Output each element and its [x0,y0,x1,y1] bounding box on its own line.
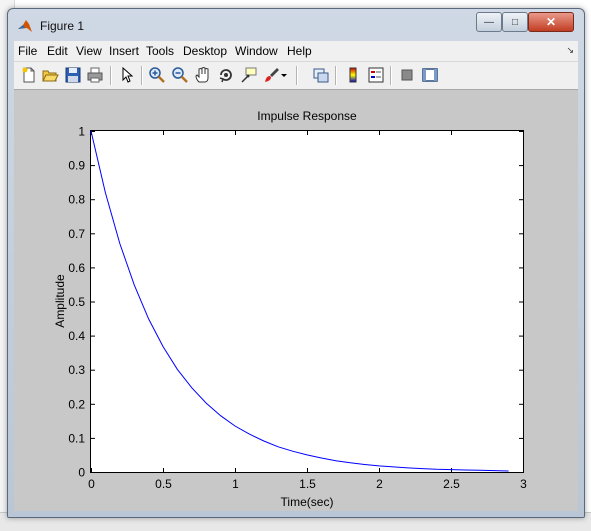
x-tick-label: 1.5 [299,477,316,491]
y-tick-label: 0.7 [68,227,85,241]
save-icon[interactable] [64,66,82,84]
x-tick-label: 0 [88,477,95,491]
y-tick-label: 0.9 [68,159,85,173]
open-file-icon[interactable] [41,66,59,84]
link-plot-icon[interactable] [312,66,330,84]
x-tick-label: 2 [376,477,383,491]
zoom-out-icon[interactable] [171,66,189,84]
y-tick-label: 0.2 [68,397,85,411]
y-tick-label: 0 [78,466,85,480]
matlab-logo-icon [17,18,33,34]
minimize-button[interactable]: — [476,12,502,32]
x-tick-label: 0.5 [155,477,172,491]
x-tick-labels: 0 0.5 1 1.5 2 2.5 3 [88,477,527,491]
maximize-button[interactable]: □ [502,12,528,32]
data-cursor-icon[interactable] [240,66,258,84]
menu-desktop[interactable]: Desktop [183,44,227,58]
y-tick-label: 0.4 [68,329,85,343]
rotate-3d-icon[interactable] [217,66,235,84]
y-tick-labels: 0 0.1 0.2 0.3 0.4 0.5 0.6 0.7 0.8 0.9 1 [68,125,85,480]
menu-tools[interactable]: Tools [146,44,174,58]
hide-plot-tools-icon[interactable] [398,66,416,84]
x-tick-label: 2.5 [443,477,460,491]
dock-arrow-icon[interactable]: ↘ [566,45,574,56]
menu-view[interactable]: View [76,44,102,58]
show-plot-tools-icon[interactable] [421,66,439,84]
x-tick-label: 3 [520,477,527,491]
figure-canvas[interactable]: 0 0.5 1 1.5 2 2.5 3 0 0.1 0.2 0.3 0.4 0.5 0.6 0.7 0.8 0… [14,90,578,511]
x-axis-label: Time(sec) [281,495,334,509]
toolbar-separator [110,66,112,85]
edit-plot-arrow-icon[interactable] [118,66,136,84]
new-figure-icon[interactable] [20,66,38,84]
brush-icon[interactable] [263,66,281,84]
y-tick-label: 0.5 [68,295,85,309]
pan-hand-icon[interactable] [194,66,212,84]
menu-help[interactable]: Help [287,44,312,58]
menu-insert[interactable]: Insert [109,44,139,58]
y-tick-label: 0.1 [68,431,85,445]
toolbar-separator [335,66,337,85]
window-title: Figure 1 [40,19,85,33]
menu-edit[interactable]: Edit [47,44,68,58]
toolbar-separator [141,66,143,85]
chart-title: Impulse Response [257,109,357,123]
y-tick-label: 1 [78,125,85,139]
menu-file[interactable]: File [18,44,37,58]
print-icon[interactable] [86,66,104,84]
x-tick-label: 1 [232,477,239,491]
close-button[interactable]: ✕ [528,12,574,32]
figure-toolbar [14,62,578,90]
toolbar-separator [390,66,392,85]
close-icon: ✕ [545,15,557,29]
axes-area[interactable] [90,130,524,473]
impulse-response-plot[interactable]: 0 0.5 1 1.5 2 2.5 3 00.10.20.30.40.50.60.70.80… [14,90,578,511]
figure-window: Figure 1 — □ ✕ File Edit View Insert Too… [7,8,585,518]
zoom-in-icon[interactable] [148,66,166,84]
y-tick-label: 0.6 [68,261,85,275]
colorbar-icon[interactable] [344,66,362,84]
maximize-icon: □ [511,16,519,28]
minimize-icon: — [484,16,494,28]
menu-window[interactable]: Window [235,44,278,58]
toolbar-separator [296,66,298,85]
y-tick-label: 0.8 [68,193,85,207]
legend-icon[interactable] [367,66,385,84]
title-bar[interactable]: Figure 1 — □ ✕ [8,9,584,39]
y-axis-label: Amplitude [53,274,67,328]
menu-bar: File Edit View Insert Tools Desktop Wind… [14,41,578,62]
y-tick-label: 0.3 [68,363,85,377]
brush-dropdown-icon[interactable] [280,66,288,84]
